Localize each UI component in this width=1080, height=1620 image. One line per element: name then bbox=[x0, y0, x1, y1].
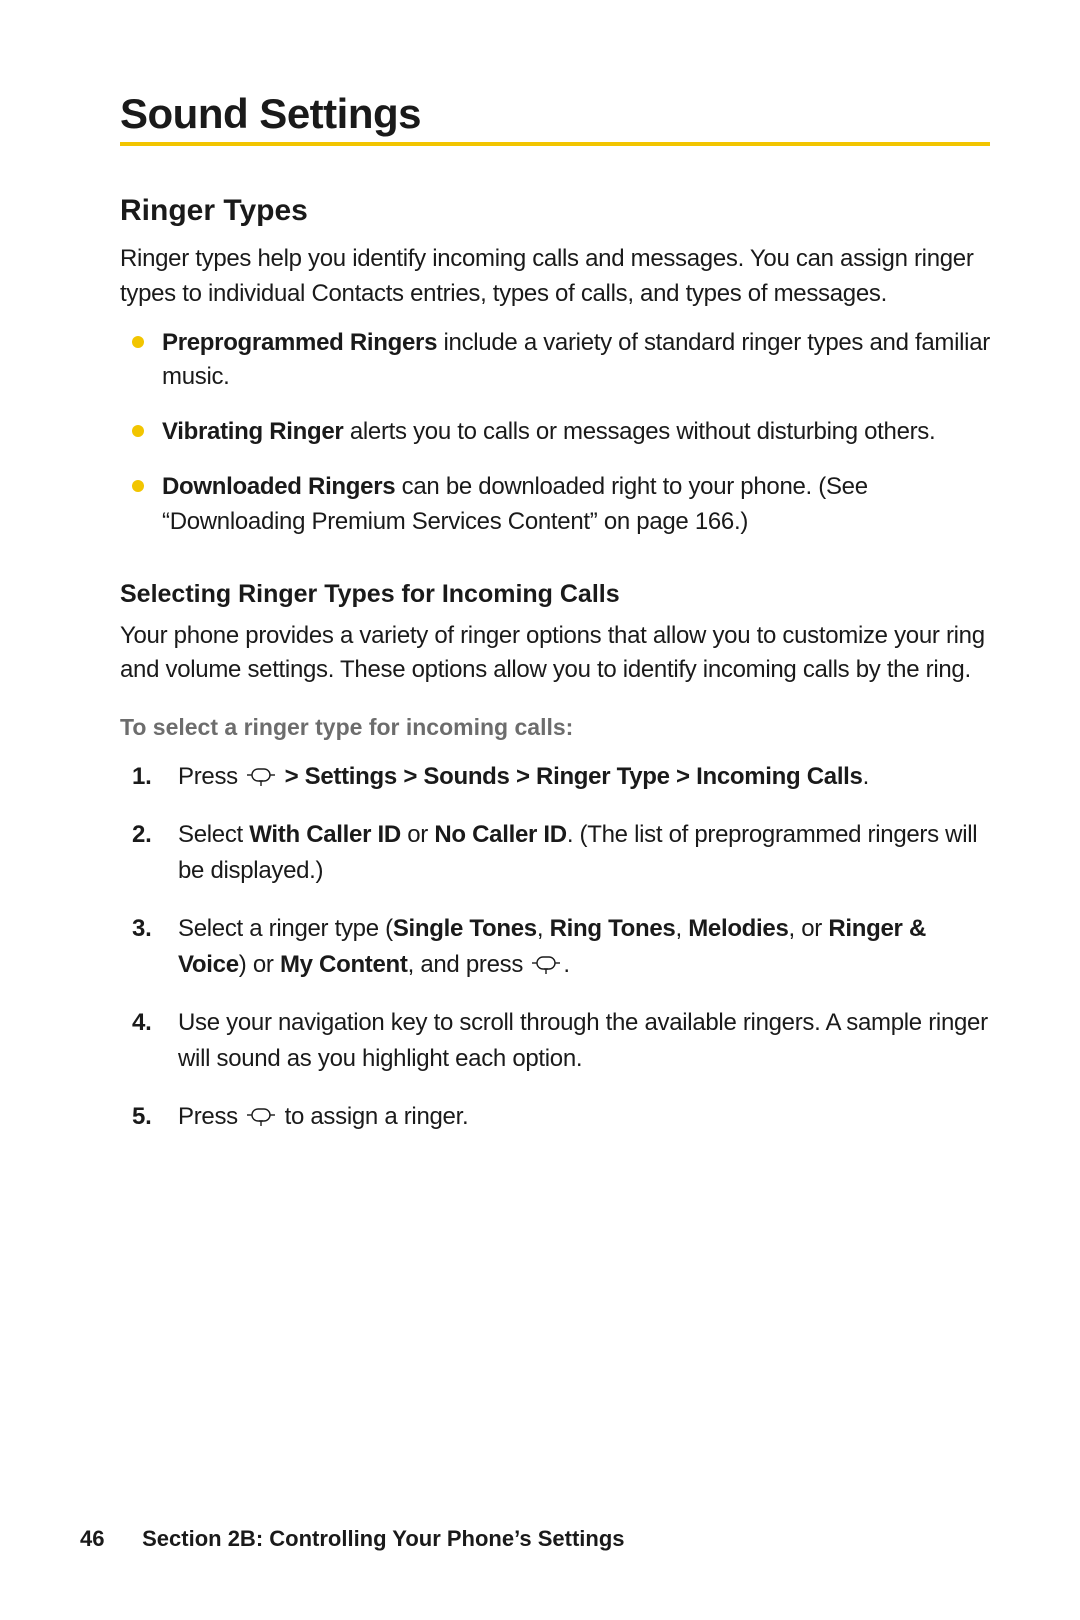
bullet-rest: alerts you to calls or messages without … bbox=[343, 418, 935, 445]
list-item: Preprogrammed Ringers include a variety … bbox=[120, 326, 990, 396]
step-4: Use your navigation key to scroll throug… bbox=[120, 1005, 990, 1077]
step-2: Select With Caller ID or No Caller ID. (… bbox=[120, 817, 990, 889]
bullet-strong: Vibrating Ringer bbox=[162, 418, 343, 445]
step-text: , bbox=[675, 915, 688, 942]
procedure-steps: Press > Settings > Sounds > Ringer Type … bbox=[120, 759, 990, 1135]
manual-page: Sound Settings Ringer Types Ringer types… bbox=[0, 0, 1080, 1620]
step-3: Select a ringer type (Single Tones, Ring… bbox=[120, 911, 990, 983]
step-text: ) or bbox=[239, 951, 280, 978]
step-bold: My Content bbox=[280, 951, 408, 978]
bullet-strong: Preprogrammed Ringers bbox=[162, 329, 437, 356]
page-number: 46 bbox=[80, 1526, 136, 1552]
step-bold: Ring Tones bbox=[550, 915, 676, 942]
page-title: Sound Settings bbox=[120, 90, 990, 146]
step-text: Press bbox=[178, 1103, 244, 1130]
subsection-intro: Your phone provides a variety of ringer … bbox=[120, 619, 990, 689]
step-text: Select a ringer type ( bbox=[178, 915, 393, 942]
step-bold: With Caller ID bbox=[249, 821, 401, 848]
step-text: , and press bbox=[408, 951, 530, 978]
step-text: , bbox=[537, 915, 550, 942]
step-text: Use your navigation key to scroll throug… bbox=[178, 1009, 988, 1072]
procedure-leadin: To select a ringer type for incoming cal… bbox=[120, 714, 990, 741]
menu-softkey-icon bbox=[247, 1105, 275, 1127]
step-bold: > Settings > Sounds > Ringer Type > Inco… bbox=[278, 763, 862, 790]
section-intro: Ringer types help you identify incoming … bbox=[120, 242, 990, 312]
step-text: . bbox=[563, 951, 569, 978]
step-text: to assign a ringer. bbox=[278, 1103, 468, 1130]
step-5: Press to assign a ringer. bbox=[120, 1099, 990, 1135]
list-item: Vibrating Ringer alerts you to calls or … bbox=[120, 415, 990, 450]
footer-section-label: Section 2B: Controlling Your Phone’s Set… bbox=[142, 1526, 624, 1551]
subsection-title: Selecting Ringer Types for Incoming Call… bbox=[120, 580, 990, 609]
list-item: Downloaded Ringers can be downloaded rig… bbox=[120, 470, 990, 540]
step-bold: Melodies bbox=[688, 915, 788, 942]
ringer-types-list: Preprogrammed Ringers include a variety … bbox=[120, 326, 990, 540]
bullet-strong: Downloaded Ringers bbox=[162, 473, 395, 500]
step-1: Press > Settings > Sounds > Ringer Type … bbox=[120, 759, 990, 795]
step-bold: No Caller ID bbox=[434, 821, 566, 848]
step-bold: Single Tones bbox=[393, 915, 537, 942]
step-text: . bbox=[863, 763, 869, 790]
menu-softkey-icon bbox=[532, 953, 560, 975]
menu-softkey-icon bbox=[247, 765, 275, 787]
section-title-ringer-types: Ringer Types bbox=[120, 194, 990, 228]
step-text: or bbox=[401, 821, 434, 848]
page-footer: 46 Section 2B: Controlling Your Phone’s … bbox=[80, 1526, 625, 1552]
step-text: , or bbox=[789, 915, 829, 942]
step-text: Select bbox=[178, 821, 249, 848]
step-text: Press bbox=[178, 763, 244, 790]
